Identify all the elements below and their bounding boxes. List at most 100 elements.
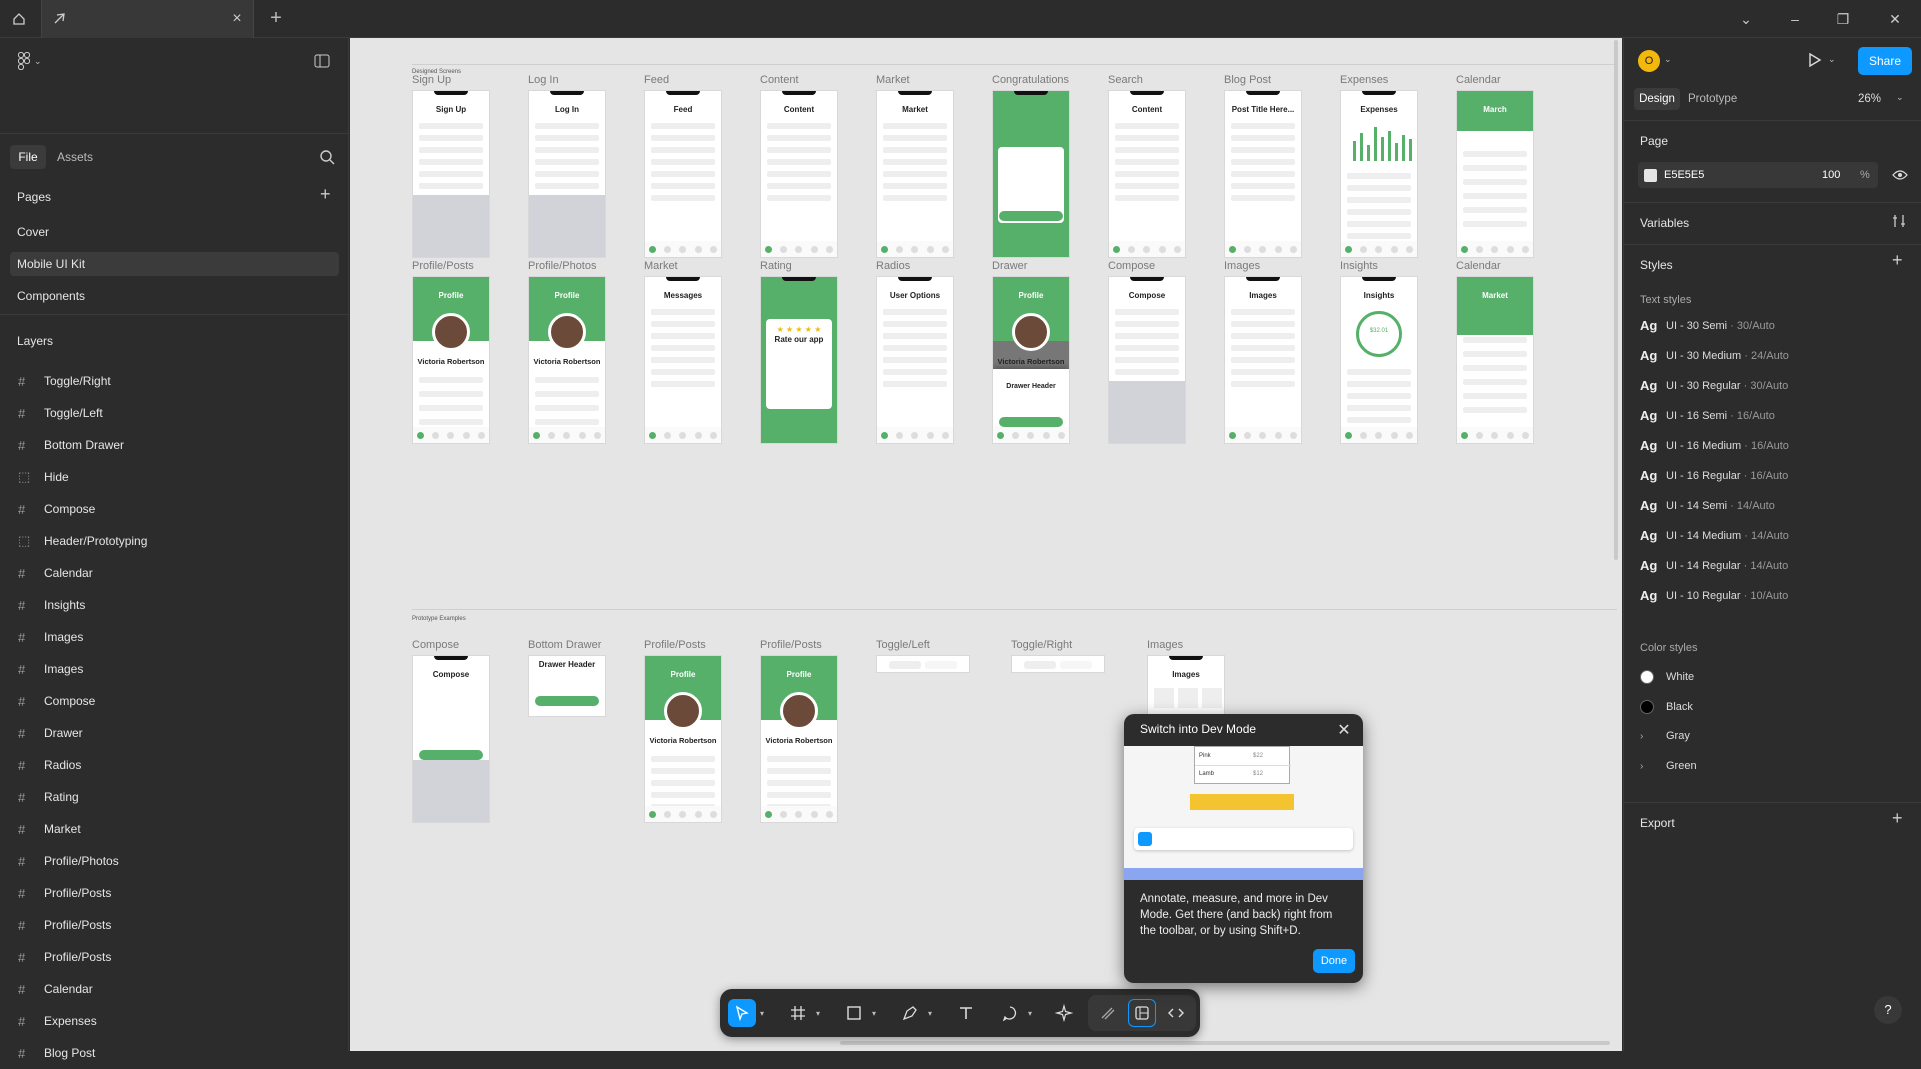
frame-label[interactable]: Calendar: [1456, 74, 1501, 86]
phone-frame[interactable]: Profile Victoria Robertson: [760, 655, 838, 823]
phone-frame[interactable]: Rate our app ★ ★ ★ ★ ★: [760, 276, 838, 444]
phone-frame[interactable]: Market: [876, 90, 954, 258]
phone-frame[interactable]: Compose: [412, 655, 490, 823]
frame-label[interactable]: Profile/Posts: [760, 639, 822, 651]
share-button[interactable]: Share: [1858, 47, 1912, 75]
frame-label[interactable]: Market: [644, 260, 678, 272]
frame-label[interactable]: Sign Up: [412, 74, 451, 86]
frame-label[interactable]: Images: [1224, 260, 1260, 272]
layer-item[interactable]: # Profile/Photos: [0, 845, 349, 877]
phone-frame[interactable]: Profile Victoria Robertson: [412, 276, 490, 444]
layer-item[interactable]: # Blog Post: [0, 1037, 349, 1069]
phone-frame[interactable]: Log In: [528, 90, 606, 258]
design-mode-icon[interactable]: [1128, 999, 1156, 1027]
variables-settings-icon[interactable]: [1892, 214, 1906, 233]
layer-item[interactable]: # Compose: [0, 493, 349, 525]
tab-prototype[interactable]: Prototype: [1688, 88, 1737, 110]
chevron-down-icon[interactable]: ▾: [1028, 1009, 1036, 1018]
layer-item[interactable]: # Radios: [0, 749, 349, 781]
chevron-down-icon[interactable]: ▾: [928, 1009, 936, 1018]
page-color-field[interactable]: E5E5E5 100 %: [1638, 162, 1878, 188]
text-tool-icon[interactable]: [952, 999, 980, 1027]
layer-item[interactable]: ⬚ Hide: [0, 461, 349, 493]
text-style-item[interactable]: Ag UI - 30 Semi · 30/Auto: [1640, 318, 1775, 333]
frame-label[interactable]: Insights: [1340, 260, 1378, 272]
frame-label[interactable]: Market: [876, 74, 910, 86]
phone-frame[interactable]: Content: [1108, 90, 1186, 258]
frame-label[interactable]: Bottom Drawer: [528, 639, 601, 651]
color-style-item[interactable]: › Gray: [1640, 730, 1690, 742]
layer-item[interactable]: # Images: [0, 653, 349, 685]
text-style-item[interactable]: Ag UI - 30 Medium · 24/Auto: [1640, 348, 1789, 363]
phone-frame[interactable]: Profile Victoria Robertson: [644, 655, 722, 823]
frame-label[interactable]: Toggle/Right: [1011, 639, 1072, 651]
layer-item[interactable]: # Profile/Posts: [0, 877, 349, 909]
chevron-down-icon[interactable]: ⌄: [1896, 92, 1904, 103]
phone-frame[interactable]: Profile Victoria Robertson Drawer Header: [992, 276, 1070, 444]
phone-frame[interactable]: User Options: [876, 276, 954, 444]
chevron-down-icon[interactable]: ▾: [872, 1009, 880, 1018]
chevron-down-icon[interactable]: ▾: [760, 1009, 768, 1018]
close-tab-icon[interactable]: ×: [229, 11, 245, 27]
frame-label[interactable]: Content: [760, 74, 799, 86]
phone-frame[interactable]: Sign Up: [412, 90, 490, 258]
text-style-item[interactable]: Ag UI - 16 Semi · 16/Auto: [1640, 408, 1775, 423]
layer-item[interactable]: # Bottom Drawer: [0, 429, 349, 461]
avatar[interactable]: O: [1638, 50, 1660, 72]
minimize-button[interactable]: –: [1785, 9, 1805, 29]
frame-label[interactable]: Compose: [412, 639, 459, 651]
frame-label[interactable]: Compose: [1108, 260, 1155, 272]
text-style-item[interactable]: Ag UI - 16 Medium · 16/Auto: [1640, 438, 1789, 453]
text-style-item[interactable]: Ag UI - 14 Regular · 14/Auto: [1640, 558, 1788, 573]
close-icon[interactable]: ✕: [1335, 720, 1353, 740]
frame-label[interactable]: Congratulations: [992, 74, 1069, 86]
frame-label[interactable]: Radios: [876, 260, 910, 272]
layer-item[interactable]: # Expenses: [0, 1005, 349, 1037]
frame-label[interactable]: Profile/Posts: [644, 639, 706, 651]
phone-frame[interactable]: Congratulations!: [992, 90, 1070, 258]
add-page-icon[interactable]: +: [320, 184, 331, 205]
phone-frame[interactable]: Images: [1224, 276, 1302, 444]
frame-label[interactable]: Log In: [528, 74, 559, 86]
layer-item[interactable]: # Toggle/Left: [0, 397, 349, 429]
page-item[interactable]: Components: [10, 284, 339, 308]
text-style-item[interactable]: Ag UI - 30 Regular · 30/Auto: [1640, 378, 1788, 393]
text-style-item[interactable]: Ag UI - 10 Regular · 10/Auto: [1640, 588, 1788, 603]
color-style-item[interactable]: White: [1640, 670, 1694, 684]
assets-tab-button[interactable]: Assets: [57, 145, 93, 169]
eye-icon[interactable]: [1892, 168, 1908, 186]
frame-label[interactable]: Expenses: [1340, 74, 1388, 86]
help-button[interactable]: ?: [1874, 996, 1902, 1024]
comment-tool-icon[interactable]: [996, 999, 1024, 1027]
phone-frame[interactable]: Compose: [1108, 276, 1186, 444]
layer-item[interactable]: # Calendar: [0, 557, 349, 589]
horizontal-scrollbar[interactable]: [840, 1041, 1610, 1045]
phone-frame[interactable]: March: [1456, 90, 1534, 258]
frame-label[interactable]: Drawer: [992, 260, 1027, 272]
layer-item[interactable]: # Drawer: [0, 717, 349, 749]
layer-item[interactable]: ⬚ Header/Prototyping: [0, 525, 349, 557]
add-export-icon[interactable]: +: [1892, 808, 1903, 829]
phone-frame[interactable]: Expenses: [1340, 90, 1418, 258]
present-icon[interactable]: [1808, 52, 1822, 73]
layer-item[interactable]: # Calendar: [0, 973, 349, 1005]
phone-frame[interactable]: Post Title Here...: [1224, 90, 1302, 258]
text-style-item[interactable]: Ag UI - 14 Semi · 14/Auto: [1640, 498, 1775, 513]
page-item[interactable]: Cover: [10, 220, 339, 244]
phone-frame[interactable]: Insights $32.01: [1340, 276, 1418, 444]
toggle-sidebar-icon[interactable]: [314, 54, 330, 73]
layer-item[interactable]: # Profile/Posts: [0, 941, 349, 973]
text-style-item[interactable]: Ag UI - 16 Regular · 16/Auto: [1640, 468, 1788, 483]
frame-tool-icon[interactable]: [784, 999, 812, 1027]
phone-frame[interactable]: [876, 655, 970, 673]
frame-label[interactable]: Profile/Posts: [412, 260, 474, 272]
layer-item[interactable]: # Profile/Posts: [0, 909, 349, 941]
rectangle-tool-icon[interactable]: [840, 999, 868, 1027]
dev-mode-icon[interactable]: [1162, 999, 1190, 1027]
text-style-item[interactable]: Ag UI - 14 Medium · 14/Auto: [1640, 528, 1789, 543]
layer-item[interactable]: # Rating: [0, 781, 349, 813]
frame-label[interactable]: Toggle/Left: [876, 639, 930, 651]
pen-tool-icon[interactable]: [896, 999, 924, 1027]
file-tab[interactable]: ×: [41, 0, 254, 38]
main-menu-button[interactable]: ⌄: [18, 52, 42, 70]
